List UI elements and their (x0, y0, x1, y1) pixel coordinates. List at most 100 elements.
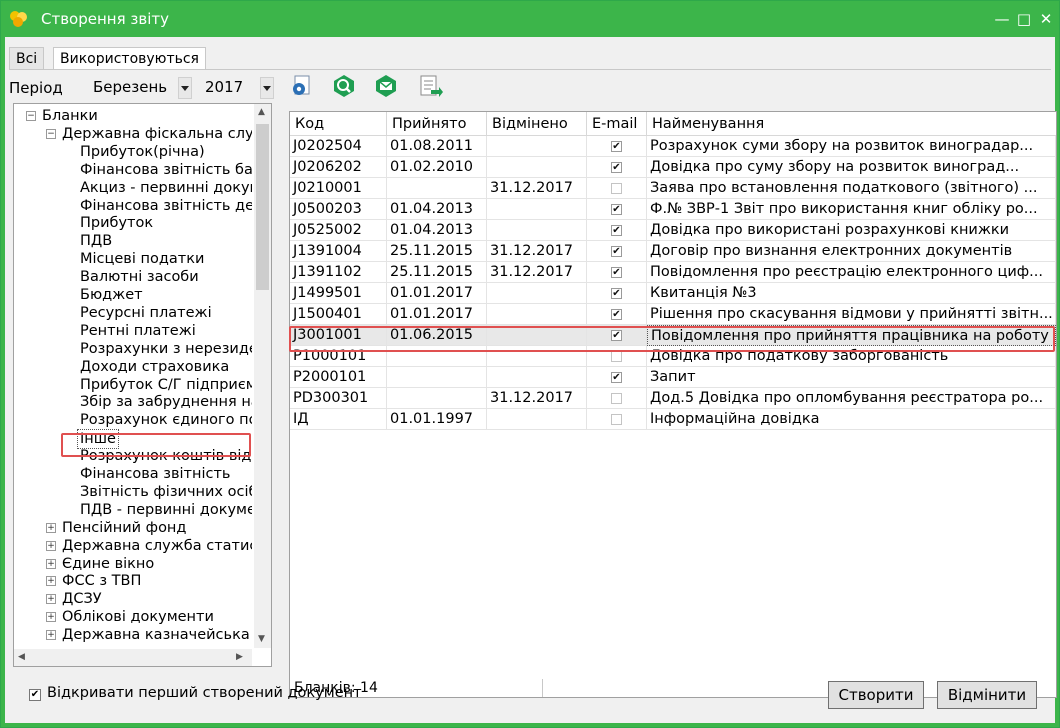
tree-expander-icon[interactable]: + (46, 576, 56, 587)
tree-expander-icon[interactable]: + (46, 630, 56, 641)
scroll-down-icon[interactable]: ▼ (258, 634, 265, 644)
table-row[interactable]: J0525002 01.04.2013 ✔ Довідка про використа… (290, 220, 1056, 241)
cell-email: ✔ (587, 262, 647, 283)
tree-vertical-scrollbar[interactable]: ▲ ▼ (254, 104, 271, 648)
tree-expander-icon[interactable]: + (46, 558, 56, 569)
tree-item[interactable]: Доходи страховика (80, 358, 229, 376)
mail-icon[interactable] (373, 73, 399, 99)
email-checkbox[interactable] (611, 393, 622, 404)
tree-item[interactable]: ПДВ (80, 232, 112, 250)
tab-used[interactable]: Використовуються (53, 47, 206, 70)
category-tree[interactable]: −Бланки−Державна фіскальна службаПрибуто… (13, 103, 272, 667)
tree-item[interactable]: ФСС з ТВП (62, 572, 141, 590)
table-row[interactable]: J1391004 25.11.2015 31.12.2017 ✔ Договір про… (290, 241, 1056, 262)
search-icon[interactable] (331, 73, 357, 99)
year-select[interactable]: 2017 (205, 76, 243, 98)
cell-cancelled (487, 409, 587, 430)
scroll-left-icon[interactable]: ◀ (18, 652, 25, 662)
email-checkbox[interactable]: ✔ (611, 372, 622, 383)
table-row[interactable]: J1499501 01.01.2017 ✔ Квитанція №3 (290, 283, 1056, 304)
email-checkbox[interactable] (611, 351, 622, 362)
tree-item[interactable]: Облікові документи (62, 608, 214, 626)
tree-item[interactable]: Прибуток(річна) (80, 143, 205, 161)
tree-item[interactable]: ДСЗУ (62, 590, 102, 608)
email-checkbox[interactable] (611, 414, 622, 425)
tree-expander-icon[interactable]: − (26, 111, 36, 121)
tree-item[interactable]: Бланки (42, 107, 98, 125)
col-header-name[interactable]: Найменування (647, 112, 1056, 136)
tree-expander-icon[interactable]: − (46, 128, 56, 139)
tree-expander-icon[interactable]: + (46, 522, 56, 533)
tree-scroll-thumb[interactable] (256, 124, 269, 290)
scroll-up-icon[interactable]: ▲ (258, 107, 265, 117)
settings-doc-icon[interactable] (289, 73, 315, 99)
month-dropdown-icon[interactable] (178, 77, 192, 99)
window-title: Створення звіту (41, 10, 169, 28)
tree-item[interactable]: Валютні засоби (80, 268, 199, 286)
cancel-button[interactable]: Відмінити (937, 681, 1037, 709)
tree-item[interactable]: Державна фіскальна служба (62, 125, 252, 143)
export-doc-icon[interactable] (417, 73, 443, 99)
year-value: 2017 (205, 78, 244, 96)
tree-item[interactable]: ПДВ - первинні документи (80, 501, 252, 519)
col-header-accepted[interactable]: Прийнято (387, 112, 487, 136)
forms-grid[interactable]: Код Прийнято Відмінено E-mail Найменуван… (289, 111, 1057, 681)
tree-item[interactable]: Збір за забруднення навколишнього (80, 393, 252, 411)
tree-item[interactable]: Пенсійний фонд (62, 519, 186, 537)
table-row[interactable]: ІД 01.01.1997 Інформаційна довідка (290, 409, 1056, 430)
tree-item[interactable]: Фінансова звітність банків (80, 161, 252, 179)
table-row[interactable]: J0210001 31.12.2017 Заява про встановлення… (290, 178, 1056, 199)
tree-item[interactable]: Державна служба статистики (62, 537, 252, 555)
tree-item[interactable]: Розрахунки з нерезидентами (80, 340, 252, 358)
tree-item[interactable]: Фінансова звітність державних (80, 197, 252, 215)
table-row[interactable]: J0206202 01.02.2010 ✔ Довідка про суму збо… (290, 157, 1056, 178)
month-value: Березень (93, 78, 168, 96)
tree-item[interactable]: Акциз - первинні документи (80, 179, 252, 197)
email-checkbox[interactable]: ✔ (611, 141, 622, 152)
email-checkbox[interactable]: ✔ (611, 225, 622, 236)
maximize-icon[interactable]: □ (1015, 10, 1033, 28)
tree-item[interactable]: Прибуток (80, 214, 153, 232)
tree-item[interactable]: Єдине вікно (62, 555, 154, 573)
cell-accepted (387, 388, 487, 409)
create-button[interactable]: Створити (828, 681, 924, 709)
tree-expander-icon[interactable]: + (46, 612, 56, 623)
email-checkbox[interactable]: ✔ (611, 267, 622, 278)
tree-item[interactable]: Державна казначейська служба (62, 626, 252, 644)
cell-accepted: 01.01.1997 (387, 409, 487, 430)
tree-item[interactable]: Місцеві податки (80, 250, 204, 268)
email-checkbox[interactable]: ✔ (611, 204, 622, 215)
col-header-code[interactable]: Код (290, 112, 387, 136)
tree-horizontal-scrollbar[interactable]: ◀ ▶ (14, 649, 252, 666)
tree-item[interactable]: Рентні платежі (80, 322, 196, 340)
table-row[interactable]: PD300301 31.12.2017 Дод.5 Довідка про опло… (290, 388, 1056, 409)
month-select[interactable]: Березень (93, 76, 167, 98)
open-first-checkbox[interactable]: ✔ (29, 689, 41, 701)
tree-item[interactable]: Розрахунок єдиного податку (80, 411, 252, 429)
scroll-right-icon[interactable]: ▶ (236, 652, 243, 662)
email-checkbox[interactable]: ✔ (611, 246, 622, 257)
table-row[interactable]: J0500203 01.04.2013 ✔ Ф.№ ЗВР-1 Звіт про ви… (290, 199, 1056, 220)
minimize-icon[interactable]: — (993, 10, 1011, 28)
cell-cancelled: 31.12.2017 (487, 388, 587, 409)
close-icon[interactable]: ✕ (1037, 10, 1055, 28)
tree-expander-icon[interactable]: + (46, 540, 56, 551)
tree-item[interactable]: Звітність фізичних осіб (80, 483, 252, 501)
tree-item[interactable]: Фінансова звітність (80, 465, 230, 483)
email-checkbox[interactable]: ✔ (611, 309, 622, 320)
table-row[interactable]: P2000101 ✔ Запит (290, 367, 1056, 388)
table-row[interactable]: J0202504 01.08.2011 ✔ Розрахунок суми збор… (290, 136, 1056, 157)
col-header-cancelled[interactable]: Відмінено (487, 112, 587, 136)
email-checkbox[interactable]: ✔ (611, 162, 622, 173)
tree-item[interactable]: Ресурсні платежі (80, 304, 212, 322)
email-checkbox[interactable]: ✔ (611, 288, 622, 299)
email-checkbox[interactable] (611, 183, 622, 194)
year-dropdown-icon[interactable] (260, 77, 274, 99)
col-header-email[interactable]: E-mail (587, 112, 647, 136)
table-row[interactable]: J1500401 01.01.2017 ✔ Рішення про скасуванн… (290, 304, 1056, 325)
tree-item[interactable]: Прибуток С/Г підприємств (80, 376, 252, 394)
tree-expander-icon[interactable]: + (46, 594, 56, 605)
tab-all[interactable]: Всі (9, 47, 45, 70)
tree-item[interactable]: Бюджет (80, 286, 143, 304)
table-row[interactable]: J1391102 25.11.2015 31.12.2017 ✔ Повідомленн… (290, 262, 1056, 283)
